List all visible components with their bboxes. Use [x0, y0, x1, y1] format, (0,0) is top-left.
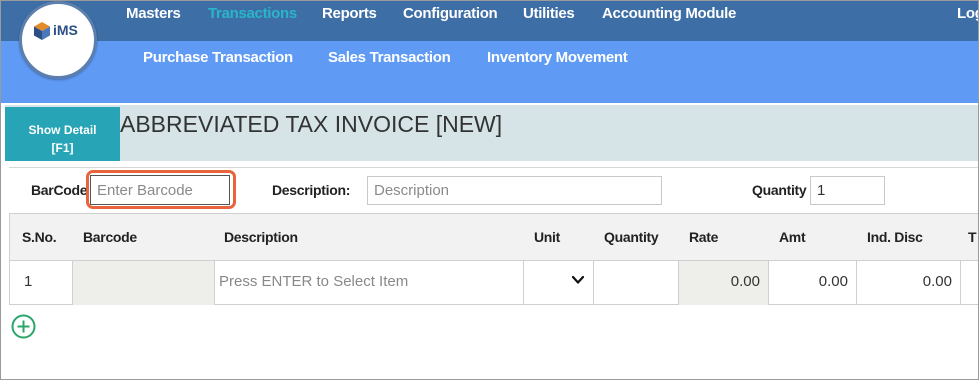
menu-reports[interactable]: Reports: [322, 5, 377, 22]
menu-configuration[interactable]: Configuration: [403, 5, 498, 22]
menu-transactions[interactable]: Transactions: [208, 5, 297, 22]
col-ind-disc: Ind. Disc: [867, 229, 923, 245]
table-header: S.No. Barcode Description Unit Quantity …: [10, 214, 978, 261]
logo-mark-icon: [34, 22, 50, 40]
description-label: Description:: [272, 182, 351, 198]
col-rate: Rate: [689, 229, 719, 245]
submenu-purchase-transaction[interactable]: Purchase Transaction: [143, 49, 293, 66]
quantity-label: Quantity: [752, 182, 807, 198]
cell-barcode[interactable]: [73, 261, 215, 305]
barcode-label: BarCode: [31, 182, 88, 198]
col-sno: S.No.: [22, 229, 57, 245]
menu-logout[interactable]: Log: [957, 5, 978, 22]
submenu-sales-transaction[interactable]: Sales Transaction: [328, 49, 451, 66]
plus-circle-icon[interactable]: [11, 314, 36, 339]
barcode-focus-highlight: [86, 170, 236, 209]
menu-masters[interactable]: Masters: [126, 5, 181, 22]
cell-sno: 1: [10, 261, 73, 305]
cell-sno-value: 1: [24, 273, 33, 290]
col-t: T: [968, 229, 977, 245]
submenu-inventory-movement[interactable]: Inventory Movement: [487, 49, 628, 66]
col-quantity: Quantity: [604, 229, 659, 245]
unit-select[interactable]: [524, 261, 594, 305]
cell-rate: 0.00: [679, 261, 769, 305]
show-detail-shortcut: [F1]: [51, 141, 74, 155]
col-description: Description: [224, 229, 298, 245]
cell-quantity[interactable]: [594, 261, 679, 305]
quantity-input[interactable]: [810, 176, 885, 205]
cell-rate-value: 0.00: [730, 273, 760, 290]
items-table: S.No. Barcode Description Unit Quantity …: [9, 213, 978, 305]
cell-amt: 0.00: [769, 261, 857, 305]
cell-ind-disc[interactable]: 0.00: [857, 261, 961, 305]
company-logo[interactable]: iMS: [19, 1, 97, 79]
cell-description-placeholder: Press ENTER to Select Item: [219, 273, 409, 290]
table-row: 1 Press ENTER to Select Item 0.00 0.00 0…: [10, 261, 978, 305]
col-unit: Unit: [534, 229, 561, 245]
col-barcode: Barcode: [83, 229, 137, 245]
page-title: ABBREVIATED TAX INVOICE [NEW]: [120, 111, 503, 137]
show-detail-button[interactable]: Show Detail [F1]: [5, 107, 120, 161]
app-window: iMS Masters Transactions Reports Configu…: [0, 0, 979, 380]
logo-text: iMS: [53, 22, 78, 38]
description-input[interactable]: [367, 176, 662, 205]
menu-utilities[interactable]: Utilities: [523, 5, 575, 22]
cell-ind-disc-value: 0.00: [922, 273, 952, 290]
col-amt: Amt: [779, 229, 806, 245]
cell-description[interactable]: Press ENTER to Select Item: [215, 261, 524, 305]
show-detail-label: Show Detail: [28, 123, 97, 137]
chevron-down-icon: [572, 275, 584, 284]
menu-accounting-module[interactable]: Accounting Module: [602, 5, 736, 22]
cell-amt-value: 0.00: [818, 273, 848, 290]
